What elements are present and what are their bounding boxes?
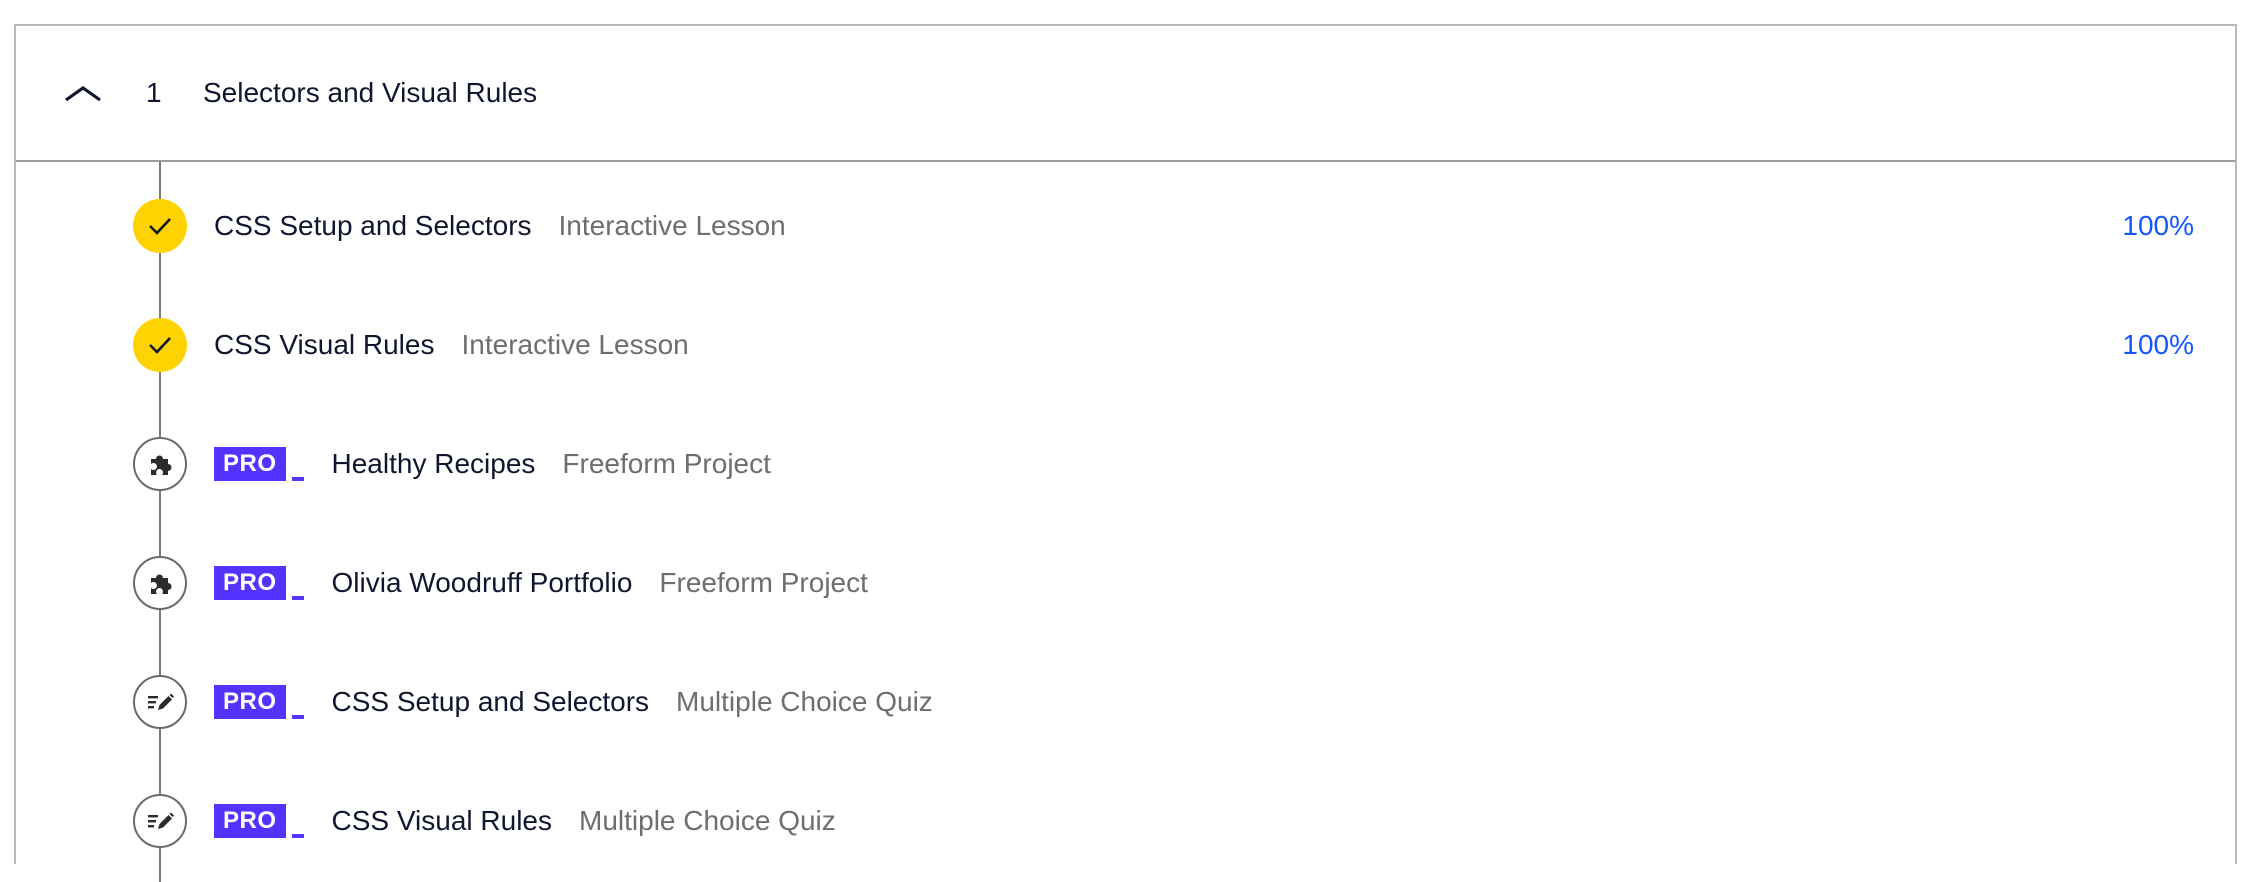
- pro-badge-cursor: [291, 715, 304, 719]
- quiz-pencil-icon: [148, 693, 174, 710]
- section-title: Selectors and Visual Rules: [203, 77, 538, 108]
- item-title[interactable]: CSS Setup and Selectors: [214, 210, 532, 242]
- completed-marker: [133, 199, 187, 253]
- timeline-connector: [159, 162, 161, 882]
- quiz-pencil-icon: [148, 812, 174, 829]
- syllabus-item-css-visual-rules-quiz[interactable]: PRO CSS Visual Rules Multiple Choice Qui…: [16, 781, 2235, 861]
- pro-badge: PRO: [214, 685, 304, 719]
- syllabus-item-css-setup-lesson[interactable]: CSS Setup and Selectors Interactive Less…: [16, 186, 2235, 266]
- item-progress: 100%: [2122, 329, 2194, 360]
- item-progress: 100%: [2122, 210, 2194, 241]
- chevron-up-icon[interactable]: [63, 76, 103, 112]
- syllabus-item-olivia-woodruff-project[interactable]: PRO Olivia Woodruff Portfolio Freeform P…: [16, 543, 2235, 623]
- puzzle-piece-icon: [151, 455, 172, 475]
- syllabus-item-css-visual-rules-lesson[interactable]: CSS Visual Rules Interactive Lesson 100%: [16, 305, 2235, 385]
- syllabus-item-css-setup-quiz[interactable]: PRO CSS Setup and Selectors Multiple Cho…: [16, 662, 2235, 742]
- item-type: Multiple Choice Quiz: [579, 805, 836, 836]
- checkmark-icon: [149, 337, 171, 354]
- item-type: Interactive Lesson: [461, 329, 689, 360]
- section-number: 1: [146, 77, 162, 108]
- checkmark-icon: [149, 218, 171, 235]
- pro-badge-cursor: [291, 834, 304, 838]
- pro-badge: PRO: [214, 447, 304, 481]
- item-title[interactable]: Olivia Woodruff Portfolio: [332, 567, 633, 599]
- syllabus-item-healthy-recipes-project[interactable]: PRO Healthy Recipes Freeform Project: [16, 424, 2235, 504]
- item-title[interactable]: CSS Setup and Selectors: [332, 686, 650, 718]
- pro-badge-label: PRO: [214, 447, 286, 481]
- quiz-marker: [133, 675, 187, 729]
- pro-badge: PRO: [214, 566, 304, 600]
- section-header[interactable]: 1 Selectors and Visual Rules: [16, 26, 2235, 162]
- completed-marker: [133, 318, 187, 372]
- pro-badge-label: PRO: [214, 685, 286, 719]
- item-title[interactable]: Healthy Recipes: [332, 448, 536, 480]
- pro-badge-cursor: [291, 477, 304, 481]
- project-marker: [133, 556, 187, 610]
- item-type: Freeform Project: [562, 448, 771, 479]
- item-title[interactable]: CSS Visual Rules: [332, 805, 552, 837]
- pro-badge: PRO: [214, 804, 304, 838]
- item-title[interactable]: CSS Visual Rules: [214, 329, 434, 361]
- pro-badge-label: PRO: [214, 804, 286, 838]
- item-type: Multiple Choice Quiz: [676, 686, 933, 717]
- item-type: Interactive Lesson: [558, 210, 786, 241]
- pro-badge-label: PRO: [214, 566, 286, 600]
- project-marker: [133, 437, 187, 491]
- puzzle-piece-icon: [151, 574, 172, 594]
- syllabus-section-panel: 1 Selectors and Visual Rules CSS Setup a…: [14, 24, 2237, 882]
- quiz-marker: [133, 794, 187, 848]
- item-type: Freeform Project: [659, 567, 868, 598]
- pro-badge-cursor: [291, 596, 304, 600]
